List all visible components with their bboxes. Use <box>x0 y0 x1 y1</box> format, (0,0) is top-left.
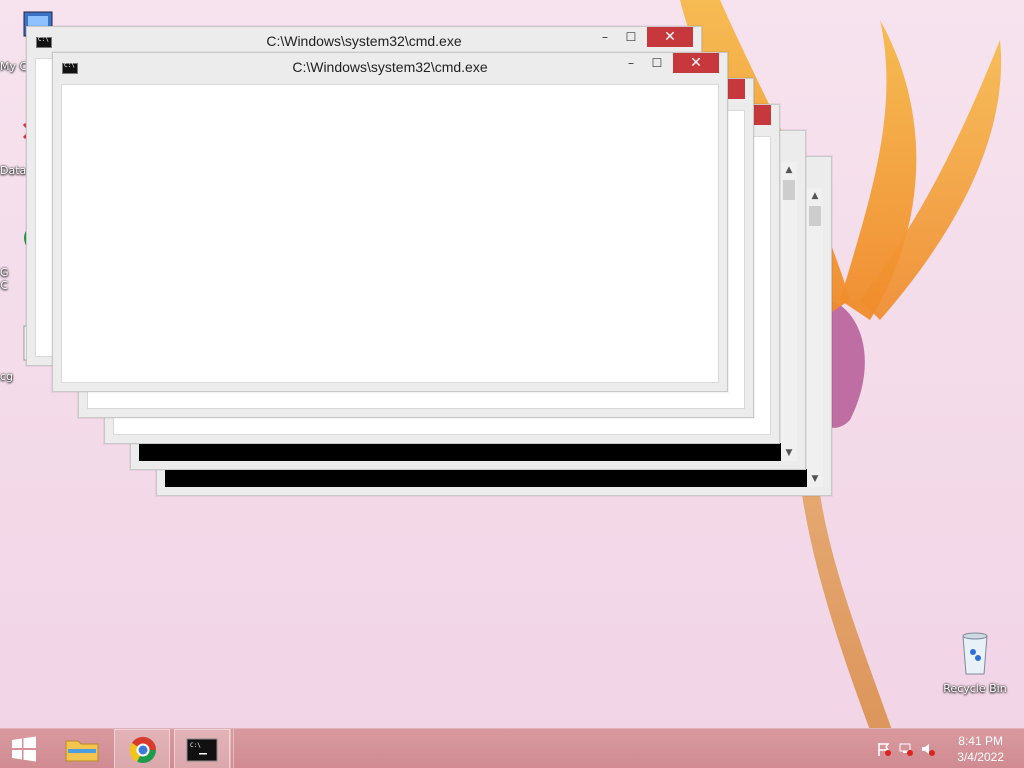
system-tray: 8:41 PM 3/4/2022 <box>864 729 1024 768</box>
maximize-button[interactable]: ☐ <box>645 53 669 73</box>
file-explorer-icon <box>65 740 99 762</box>
volume-muted-icon[interactable] <box>920 741 936 757</box>
clock-date: 3/4/2022 <box>957 750 1004 764</box>
taskbar: C:\ 8:41 PM 3/4/2022 <box>0 728 1024 768</box>
minimize-button[interactable]: – <box>593 27 617 47</box>
console-area[interactable] <box>61 84 719 383</box>
console-area[interactable] <box>165 469 807 487</box>
desktop-icon-label: My C <box>0 60 28 73</box>
scroll-up-arrow-icon[interactable]: ▲ <box>781 162 797 178</box>
scroll-down-arrow-icon[interactable]: ▼ <box>781 445 797 461</box>
clock[interactable]: 8:41 PM 3/4/2022 <box>957 733 1004 765</box>
console-area[interactable] <box>139 443 781 461</box>
flag-icon[interactable] <box>876 741 892 757</box>
network-icon[interactable] <box>898 741 914 757</box>
maximize-button[interactable]: ☐ <box>619 27 643 47</box>
chrome-icon <box>129 736 157 763</box>
svg-text:C:\: C:\ <box>190 742 201 749</box>
desktop-icon-label: Data <box>0 164 27 177</box>
taskbar-chrome[interactable] <box>114 729 170 768</box>
recycle-bin-icon <box>962 632 988 675</box>
start-button[interactable] <box>0 729 48 768</box>
minimize-button[interactable]: – <box>619 53 643 73</box>
desktop-icon-label: cg <box>0 370 14 383</box>
desktop-icon-recycle-bin[interactable]: Recycle Bin <box>943 630 1007 695</box>
scroll-down-arrow-icon[interactable]: ▼ <box>807 471 823 487</box>
title-bar[interactable]: C:\Windows\system32\cmd.exe – ☐ ✕ <box>53 53 727 83</box>
vertical-scrollbar[interactable]: ▲ ▼ <box>781 162 797 461</box>
clock-time: 8:41 PM <box>958 734 1003 748</box>
taskbar-divider <box>230 729 234 768</box>
scroll-thumb[interactable] <box>783 180 795 200</box>
vertical-scrollbar[interactable]: ▲ ▼ <box>807 188 823 487</box>
cmd-icon: C:\ <box>186 738 218 762</box>
recycle-bin-label: Recycle Bin <box>943 682 1007 695</box>
desktop-icon-label: G C <box>0 266 9 292</box>
taskbar-file-explorer[interactable] <box>54 729 110 768</box>
windows-logo-icon <box>12 736 36 762</box>
taskbar-cmd[interactable]: C:\ <box>174 729 230 768</box>
scroll-thumb[interactable] <box>809 206 821 226</box>
close-button[interactable]: ✕ <box>673 53 719 73</box>
close-button[interactable]: ✕ <box>647 27 693 47</box>
cmd-window-active[interactable]: C:\Windows\system32\cmd.exe – ☐ ✕ <box>52 52 728 392</box>
scroll-up-arrow-icon[interactable]: ▲ <box>807 188 823 204</box>
